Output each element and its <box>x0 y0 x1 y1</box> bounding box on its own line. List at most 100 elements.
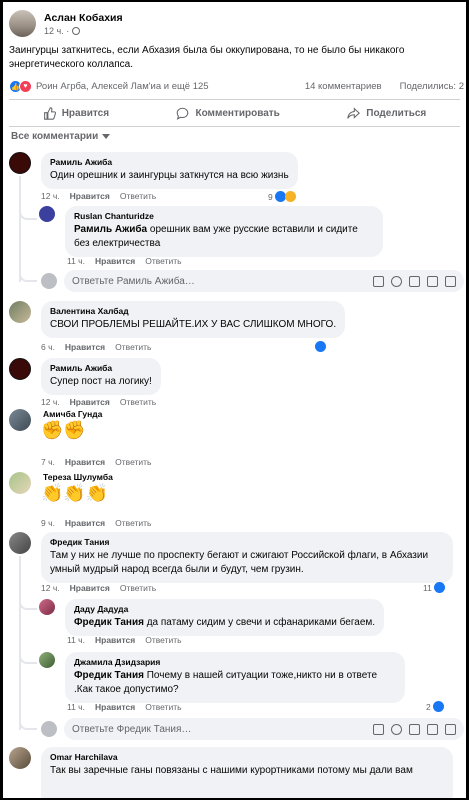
comments-filter[interactable]: Все комментарии <box>11 131 111 142</box>
avatar[interactable] <box>9 472 31 494</box>
comment-like-link[interactable]: Нравится <box>95 256 135 266</box>
comment-time[interactable]: 11 ч. <box>67 635 85 645</box>
mention-link[interactable]: Рамиль Ажиба <box>74 224 147 235</box>
comment: Omar Harchilava Так вы заречные ганы пов… <box>9 747 453 798</box>
comment-button[interactable]: Комментировать <box>176 107 280 120</box>
comment-actions: 7 ч. Нравится Ответить <box>41 457 151 467</box>
avatar[interactable] <box>39 599 55 615</box>
comment-actions: 6 ч. Нравится Ответить <box>41 342 151 352</box>
thread-connector <box>19 654 37 664</box>
facebook-post-frame: Аслан Кобахия 12 ч. · Заингурцы заткните… <box>3 2 466 798</box>
comment-reaction-count[interactable]: 9 <box>268 191 296 202</box>
comment-time[interactable]: 11 ч. <box>67 702 85 712</box>
avatar[interactable] <box>9 358 31 380</box>
comment-like-link[interactable]: Нравится <box>65 518 105 528</box>
post-author-avatar[interactable] <box>9 10 36 37</box>
comment-time[interactable]: 7 ч. <box>41 457 55 467</box>
emoji-icon[interactable] <box>391 723 402 735</box>
sticker-icon[interactable] <box>445 275 456 287</box>
comment-time[interactable]: 9 ч. <box>41 518 55 528</box>
comment-text: Там у них не лучше по проспекту бегают и… <box>50 550 429 575</box>
comment-reply-link[interactable]: Ответить <box>115 518 151 528</box>
avatar[interactable] <box>9 409 31 431</box>
comment-time[interactable]: 6 ч. <box>41 342 55 352</box>
comment-actions: 12 ч. Нравится Ответить <box>41 191 156 201</box>
comment-author[interactable]: Ruslan Chanturidze <box>74 211 374 221</box>
comment-bubble: Рамиль Ажиба Один орешник и заингурцы за… <box>41 152 298 189</box>
comment-author[interactable]: Рамиль Ажиба <box>50 363 152 373</box>
post-timestamp[interactable]: 12 ч. · <box>44 26 123 36</box>
comment-reaction-count[interactable]: 11 <box>423 582 445 593</box>
comment-reply-link[interactable]: Ответить <box>115 457 151 467</box>
like-reaction-icon <box>433 582 445 593</box>
comment-reply-link[interactable]: Ответить <box>115 342 151 352</box>
comment-bubble: Omar Harchilava Так вы заречные ганы пов… <box>41 747 453 798</box>
comment-actions: 11 ч. Нравится Ответить <box>67 256 182 266</box>
comment-like-link[interactable]: Нравится <box>65 342 105 352</box>
comment-time[interactable]: 11 ч. <box>67 256 85 266</box>
comment-text: Супер пост на логику! <box>50 376 152 387</box>
avatar-sticker-icon[interactable] <box>373 275 384 287</box>
comment-reply-link[interactable]: Ответить <box>120 583 156 593</box>
avatar[interactable] <box>9 301 31 323</box>
mention-link[interactable]: Фредик Тания <box>74 670 144 681</box>
share-button-label: Поделиться <box>366 107 427 119</box>
reply-comment: Джамила Дзидзария Фредик Тания Почему в … <box>39 652 405 703</box>
comment-bubble: Даду Дадуда Фредик Тания да патаму сидим… <box>65 599 385 636</box>
comment-icon <box>177 107 189 120</box>
gif-icon[interactable] <box>427 275 438 287</box>
comment-author[interactable]: Джамила Дзидзария <box>74 657 396 667</box>
chevron-down-icon <box>102 134 111 139</box>
comment-time[interactable]: 12 ч. <box>41 191 60 201</box>
comment: Рамиль Ажиба Супер пост на логику! <box>9 358 161 395</box>
thread-line <box>19 556 21 730</box>
post-time-text[interactable]: 12 ч. · <box>44 26 69 36</box>
reaction-names[interactable]: Роин Агрба, Алексей Лам'иа и ещё 125 <box>36 81 209 92</box>
avatar[interactable] <box>9 532 31 554</box>
camera-icon[interactable] <box>409 275 420 287</box>
comment-like-link[interactable]: Нравится <box>95 635 135 645</box>
post-author-name[interactable]: Аслан Кобахия <box>44 12 123 24</box>
comment-bubble: Ruslan Chanturidze Рамиль Ажиба орешник … <box>65 206 383 257</box>
comment-reaction-count[interactable] <box>315 341 326 352</box>
comment-like-link[interactable]: Нравится <box>70 397 110 407</box>
reactions-summary: 👍 ♥ Роин Агрба, Алексей Лам'иа и ещё 125… <box>9 80 464 93</box>
avatar-sticker-icon[interactable] <box>373 723 384 735</box>
comment-like-link[interactable]: Нравится <box>70 191 110 201</box>
sticker-icon[interactable] <box>445 723 456 735</box>
comment-reply-link[interactable]: Ответить <box>120 191 156 201</box>
comment-text: СВОИ ПРОБЛЕМЫ РЕШАЙТЕ.ИХ У ВАС СЛИШКОМ М… <box>50 319 337 330</box>
comment-reply-link[interactable]: Ответить <box>145 702 181 712</box>
comment-author[interactable]: Даду Дадуда <box>74 604 375 614</box>
reply-input[interactable]: Ответьте Рамиль Ажиба… <box>64 270 464 292</box>
avatar[interactable] <box>9 747 31 769</box>
comments-count[interactable]: 14 комментариев <box>305 81 382 92</box>
comment-author[interactable]: Рамиль Ажиба <box>50 157 289 167</box>
comment-like-link[interactable]: Нравится <box>95 702 135 712</box>
comment-author[interactable]: Амичба Гунда <box>41 409 102 419</box>
shares-count[interactable]: Поделились: 2 <box>400 81 464 92</box>
comment-like-link[interactable]: Нравится <box>65 457 105 467</box>
comment-reaction-count[interactable]: 2 <box>426 701 444 712</box>
comment-author[interactable]: Фредик Тания <box>50 537 444 547</box>
gif-icon[interactable] <box>427 723 438 735</box>
comment-author[interactable]: Тереза Шулумба <box>41 472 113 482</box>
comment-reply-link[interactable]: Ответить <box>120 397 156 407</box>
comment-bubble: Фредик Тания Там у них не лучше по просп… <box>41 532 453 583</box>
avatar[interactable] <box>39 652 55 668</box>
mention-link[interactable]: Фредик Тания <box>74 617 144 628</box>
comment-reply-link[interactable]: Ответить <box>145 635 181 645</box>
comment-like-link[interactable]: Нравится <box>70 583 110 593</box>
camera-icon[interactable] <box>409 723 420 735</box>
comment-time[interactable]: 12 ч. <box>41 397 60 407</box>
avatar[interactable] <box>39 206 55 222</box>
avatar[interactable] <box>9 152 31 174</box>
comment-author[interactable]: Валентина Халбад <box>50 306 336 316</box>
reply-input[interactable]: Ответьте Фредик Тания… <box>64 718 464 740</box>
like-button[interactable]: Нравится <box>43 106 109 120</box>
emoji-icon[interactable] <box>391 275 402 287</box>
comment-author[interactable]: Omar Harchilava <box>50 752 444 762</box>
comment-reply-link[interactable]: Ответить <box>145 256 181 266</box>
comment-time[interactable]: 12 ч. <box>41 583 60 593</box>
share-button[interactable]: Поделиться <box>347 106 427 120</box>
